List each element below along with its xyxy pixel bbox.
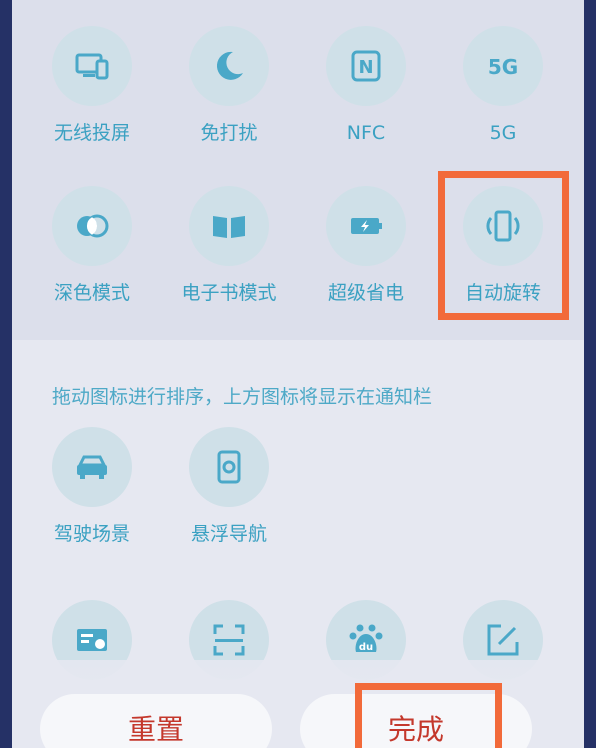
card-icon	[77, 629, 107, 651]
svg-text:N: N	[358, 57, 373, 78]
tile-label: 深色模式	[53, 282, 130, 304]
tile-super-power-saving[interactable]: 超级省电	[306, 186, 426, 304]
battery-icon	[351, 218, 382, 234]
edit-icon	[487, 624, 519, 656]
tile-label: 免打扰	[200, 122, 258, 144]
sort-hint-text: 拖动图标进行排序，上方图标将显示在通知栏	[52, 386, 433, 408]
moon-icon	[216, 51, 243, 80]
tile-floating-navigation[interactable]: 悬浮导航	[169, 427, 289, 545]
tile-label: 5G	[489, 122, 517, 144]
quick-settings-panel: 无线投屏 免打扰 N NFC 5G 5G 深色模式 电子书模式 超级省电 自动旋…	[12, 0, 584, 748]
svg-text:5G: 5G	[488, 55, 518, 79]
car-icon	[77, 455, 107, 479]
dark-mode-icon	[77, 214, 109, 238]
reset-button[interactable]: 重置	[40, 694, 272, 748]
tile-label: 超级省电	[327, 282, 404, 304]
baidu-paw-icon: du	[349, 624, 383, 653]
floating-nav-icon	[217, 450, 241, 484]
tile-label: 驾驶场景	[53, 523, 130, 545]
tile-driving-scene[interactable]: 驾驶场景	[32, 427, 152, 545]
tile-label: 电子书模式	[181, 282, 277, 304]
scan-icon	[213, 624, 245, 656]
book-icon	[213, 216, 245, 238]
tile-label: 无线投屏	[53, 122, 130, 144]
tile-do-not-disturb[interactable]: 免打扰	[169, 26, 289, 144]
tile-label: 悬浮导航	[190, 523, 267, 545]
tile-nfc[interactable]: N NFC	[306, 26, 426, 144]
svg-text:du: du	[359, 642, 373, 653]
5g-icon: 5G	[488, 55, 518, 79]
tile-ebook-mode[interactable]: 电子书模式	[169, 186, 289, 304]
tile-label: NFC	[346, 122, 386, 144]
nfc-icon: N	[351, 50, 381, 82]
done-highlight-box	[355, 683, 502, 748]
tile-dark-mode[interactable]: 深色模式	[32, 186, 152, 304]
tile-wireless-cast[interactable]: 无线投屏	[32, 26, 152, 144]
auto-rotate-highlight-box	[438, 171, 569, 320]
tile-5g[interactable]: 5G 5G	[443, 26, 563, 144]
screen-cast-icon	[75, 53, 109, 80]
